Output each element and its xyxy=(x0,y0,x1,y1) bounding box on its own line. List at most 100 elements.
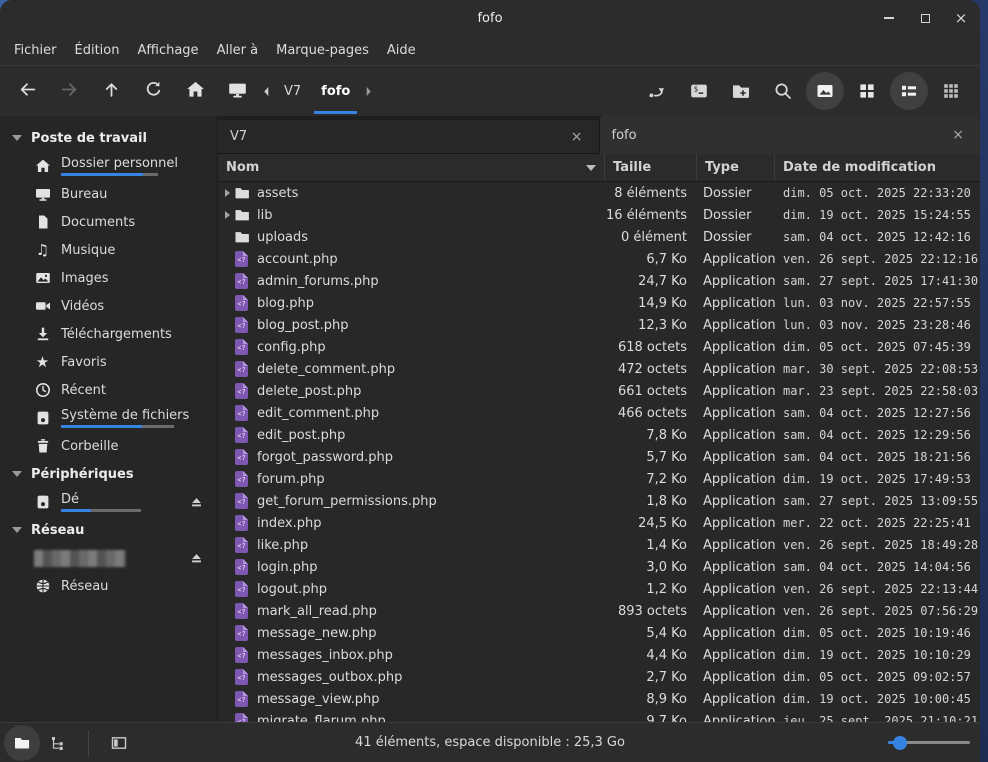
menu-item-fichier[interactable]: Fichier xyxy=(5,36,66,65)
php-file-icon: <? xyxy=(233,669,250,686)
maximize-button[interactable] xyxy=(914,7,936,29)
breadcrumb-segment-v7[interactable]: V7 xyxy=(274,66,311,116)
sidebar-item-dé[interactable]: Dé xyxy=(0,488,217,516)
file-row[interactable]: <? get_forum_permissions.php 1,8 Ko Appl… xyxy=(218,490,980,512)
compact-view-button[interactable] xyxy=(848,72,886,110)
file-row[interactable]: <? delete_comment.php 472 octets Applica… xyxy=(218,358,980,380)
tab-close-icon[interactable]: × xyxy=(948,126,968,144)
home-button[interactable] xyxy=(174,70,216,112)
file-row[interactable]: <? delete_post.php 661 octets Applicatio… xyxy=(218,380,980,402)
column-header-date[interactable]: Date de modification xyxy=(774,154,980,181)
file-row[interactable]: <? login.php 3,0 Ko Application sam. 04 … xyxy=(218,556,980,578)
tab-v7[interactable]: V7 × xyxy=(218,120,600,154)
list-view-button[interactable] xyxy=(890,72,928,110)
file-row[interactable]: <? blog.php 14,9 Ko Application lun. 03 … xyxy=(218,292,980,314)
search-button[interactable] xyxy=(764,72,802,110)
menu-item-aide[interactable]: Aide xyxy=(378,36,425,65)
menu-item--dition[interactable]: Édition xyxy=(66,36,129,65)
thumbnail-view-button[interactable] xyxy=(932,72,970,110)
sidebar-item-network-share[interactable] xyxy=(0,544,217,572)
forward-button[interactable] xyxy=(48,70,90,112)
file-row[interactable]: <? logout.php 1,2 Ko Application ven. 26… xyxy=(218,578,980,600)
eject-button[interactable] xyxy=(187,493,205,511)
sidebar-section-poste-de-travail[interactable]: Poste de travail xyxy=(0,124,217,152)
file-row[interactable]: <? messages_outbox.php 2,7 Ko Applicatio… xyxy=(218,666,980,688)
sidebar-item-système-de-fichiers[interactable]: Système de fichiers xyxy=(0,404,217,432)
file-row[interactable]: <? mark_all_read.php 893 octets Applicat… xyxy=(218,600,980,622)
icon-view-button[interactable] xyxy=(806,72,844,110)
terminal-button[interactable]: $ xyxy=(680,72,718,110)
file-name: lib xyxy=(257,208,272,223)
menu-item-aller-[interactable]: Aller à xyxy=(208,36,268,65)
zoom-slider[interactable] xyxy=(888,736,970,750)
file-type: Application xyxy=(696,450,774,465)
sidebar-item-récent[interactable]: Récent xyxy=(0,376,217,404)
sidebar-item-bureau[interactable]: Bureau xyxy=(0,180,217,208)
sidebar-item-téléchargements[interactable]: Téléchargements xyxy=(0,320,217,348)
menu-item-affichage[interactable]: Affichage xyxy=(128,36,207,65)
file-row[interactable]: <? like.php 1,4 Ko Application ven. 26 s… xyxy=(218,534,980,556)
sidebar-item-vidéos[interactable]: Vidéos xyxy=(0,292,217,320)
sidebar-item-documents[interactable]: Documents xyxy=(0,208,217,236)
sidebar-item-images[interactable]: Images xyxy=(0,264,217,292)
php-file-icon: <? xyxy=(233,713,250,723)
file-row[interactable]: <? config.php 618 octets Application dim… xyxy=(218,336,980,358)
refresh-button[interactable] xyxy=(132,70,174,112)
file-row[interactable]: <? message_new.php 5,4 Ko Application di… xyxy=(218,622,980,644)
tab-close-icon[interactable]: × xyxy=(567,128,587,146)
sidebar-section-p-riph-riques[interactable]: Périphériques xyxy=(0,460,217,488)
video-icon xyxy=(34,298,51,315)
file-row[interactable]: <? message_view.php 8,9 Ko Application d… xyxy=(218,688,980,710)
file-row[interactable]: <? forgot_password.php 5,7 Ko Applicatio… xyxy=(218,446,980,468)
panel-toggle-button[interactable] xyxy=(101,725,137,761)
jump-to-button[interactable] xyxy=(638,72,676,110)
file-row[interactable]: <? forum.php 7,2 Ko Application dim. 19 … xyxy=(218,468,980,490)
sidebar-item-musique[interactable]: ♫ Musique xyxy=(0,236,217,264)
expander-icon[interactable] xyxy=(221,189,233,197)
tab-label: V7 xyxy=(230,129,247,144)
file-row[interactable]: <? migrate_flarum.php 9,7 Ko Application… xyxy=(218,710,980,722)
up-button[interactable] xyxy=(90,70,132,112)
tab-fofo[interactable]: fofo × xyxy=(600,116,981,154)
php-file-icon: <? xyxy=(233,559,250,576)
breadcrumb: V7fofo xyxy=(274,66,360,116)
file-row[interactable]: lib 16 éléments Dossier dim. 19 oct. 202… xyxy=(218,204,980,226)
file-row[interactable]: <? admin_forums.php 24,7 Ko Application … xyxy=(218,270,980,292)
sidebar-item-corbeille[interactable]: Corbeille xyxy=(0,432,217,460)
desktop-button[interactable] xyxy=(216,70,258,112)
minimize-button[interactable] xyxy=(878,7,900,29)
expander-icon[interactable] xyxy=(221,211,233,219)
file-row[interactable]: <? messages_inbox.php 4,4 Ko Application… xyxy=(218,644,980,666)
sidebar-section-r-seau[interactable]: Réseau xyxy=(0,516,217,544)
file-row[interactable]: <? account.php 6,7 Ko Application ven. 2… xyxy=(218,248,980,270)
sidebar-item-dossier-personnel[interactable]: Dossier personnel xyxy=(0,152,217,180)
search-icon xyxy=(773,81,793,101)
file-row[interactable]: <? edit_post.php 7,8 Ko Application sam.… xyxy=(218,424,980,446)
breadcrumb-scroll-left-button[interactable] xyxy=(258,70,274,112)
close-button[interactable]: × xyxy=(950,7,972,29)
zoom-slider-handle[interactable] xyxy=(893,736,907,750)
file-row[interactable]: assets 8 éléments Dossier dim. 05 oct. 2… xyxy=(218,182,980,204)
directory-tree-toggle-button[interactable] xyxy=(40,725,76,761)
sidebar-item-réseau[interactable]: Réseau xyxy=(0,572,217,600)
sidebar-item-label: Récent xyxy=(61,383,106,398)
menu-item-marque-pages[interactable]: Marque-pages xyxy=(267,36,378,65)
breadcrumb-scroll-right-button[interactable] xyxy=(360,70,376,112)
php-file-icon: <? xyxy=(233,603,250,620)
refresh-icon xyxy=(144,80,163,103)
back-button[interactable] xyxy=(6,70,48,112)
sidebar-item-favoris[interactable]: ★ Favoris xyxy=(0,348,217,376)
file-size: 8 éléments xyxy=(604,186,696,201)
file-row[interactable]: <? blog_post.php 12,3 Ko Application lun… xyxy=(218,314,980,336)
places-folder-toggle-button[interactable] xyxy=(4,725,40,761)
column-header-type[interactable]: Type xyxy=(696,154,774,181)
column-header-name[interactable]: Nom xyxy=(218,154,604,181)
breadcrumb-segment-fofo[interactable]: fofo xyxy=(311,66,360,116)
eject-button[interactable] xyxy=(187,549,205,567)
column-header-size[interactable]: Taille xyxy=(604,154,696,181)
new-folder-button[interactable] xyxy=(722,72,760,110)
file-row[interactable]: uploads 0 élément Dossier sam. 04 oct. 2… xyxy=(218,226,980,248)
file-row[interactable]: <? edit_comment.php 466 octets Applicati… xyxy=(218,402,980,424)
file-row[interactable]: <? index.php 24,5 Ko Application mer. 22… xyxy=(218,512,980,534)
titlebar[interactable]: fofo × xyxy=(0,0,980,36)
